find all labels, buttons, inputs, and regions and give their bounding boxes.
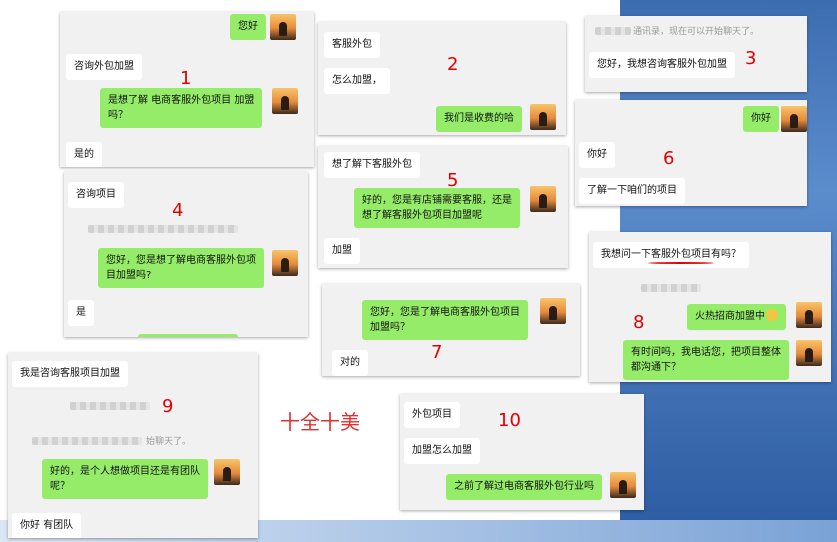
panel-number: 2 (447, 54, 459, 75)
chat-panel-7: 您好，您是了解电商客服外包项目 加盟吗？ 对的 (322, 284, 580, 376)
message-in: 客服外包 (324, 32, 380, 58)
message-line: 都沟通下？ (631, 362, 681, 373)
system-note: 通讯录，现在可以开始聊天了。 (633, 27, 760, 37)
panel-number: 3 (745, 48, 757, 69)
avatar (781, 106, 807, 132)
message-line: 您好，您是了解电商客服外包项目 (370, 307, 520, 318)
avatar (530, 186, 556, 212)
message-in: 您好，我想咨询客服外包加盟 (589, 52, 735, 78)
message-in: 外包项目 (404, 402, 460, 428)
message-text: 火热招商加盟中 (695, 311, 765, 322)
message-in: 我是咨询客服项目加盟 (12, 361, 128, 387)
chat-panel-6: 你好 你好 了解一下咱们的项目 (575, 100, 807, 206)
message-in: 想了解下客服外包 (324, 152, 420, 178)
message-in: 你好 有团队 (12, 513, 82, 538)
message-out: 您好，您是了解电商客服外包项目 加盟吗？ (362, 300, 528, 340)
redacted-text (88, 225, 238, 233)
message-line: 呢？ (50, 481, 70, 492)
message-in: 我想问一下客服外包项目有吗？ (593, 242, 749, 268)
message-line: 是想了解 电商客服外包项目 加盟 (108, 95, 255, 106)
message-out: 之前了解过电商客服外包行业吗 (446, 474, 602, 500)
panel-number: 5 (447, 170, 459, 191)
avatar (540, 298, 566, 324)
message-out: 火热招商加盟中 (687, 304, 786, 330)
avatar (796, 302, 822, 328)
avatar (530, 104, 556, 130)
message-out: 您好，您是想了解电商客服外包项 目加盟吗? (98, 248, 264, 288)
message-in: 咨询项目 (68, 182, 124, 208)
message-out: 有时间吗，我电话您，把项目整体 都沟通下？ (623, 340, 789, 380)
message-line: 您好，您是想了解电商客服外包项 (106, 255, 256, 266)
chat-panel-9: 我是咨询客服项目加盟 始聊天了。 好的，是个人想做项目还是有团队 呢？ 你好 有… (8, 353, 258, 538)
redacted-text (595, 27, 631, 35)
message-line: 吗？ (108, 110, 128, 121)
avatar (272, 250, 298, 276)
avatar (270, 14, 296, 40)
message-line: 目加盟吗? (106, 270, 152, 281)
message-in: 加盟怎么加盟 (404, 438, 480, 464)
message-out: 您好 (230, 14, 266, 40)
message-in: 怎么加盟， (324, 68, 390, 94)
panel-number: 10 (498, 410, 521, 431)
panel-number: 9 (162, 396, 174, 417)
chat-panel-8: 我想问一下客服外包项目有吗？ 火热招商加盟中 有时间吗，我电话您，把项目整体 都… (589, 232, 831, 382)
chat-panel-1: 您好 咨询外包加盟 是想了解 电商客服外包项目 加盟 吗？ 是的 (60, 12, 314, 167)
panel-number: 1 (180, 68, 192, 89)
message-line: 想了解客服外包项目加盟呢 (362, 210, 482, 221)
chat-panel-2: 客服外包 怎么加盟， 我们是收费的哈 (318, 22, 566, 135)
chat-panel-3: 通讯录，现在可以开始聊天了。 您好，我想咨询客服外包加盟 (585, 16, 807, 92)
avatar (214, 459, 240, 485)
redacted-text (70, 402, 150, 410)
redacted-text (641, 284, 701, 292)
chat-panel-10: 外包项目 加盟怎么加盟 之前了解过电商客服外包行业吗 (400, 394, 644, 510)
message-out-partial (138, 334, 238, 337)
message-out: 好的，您是有店铺需要客服，还是 想了解客服外包项目加盟呢 (354, 188, 520, 228)
message-out: 是想了解 电商客服外包项目 加盟 吗？ (100, 88, 263, 128)
avatar (610, 472, 636, 498)
grin-emoji-icon (766, 309, 778, 321)
panel-number: 6 (663, 148, 675, 169)
panel-number: 8 (633, 312, 645, 333)
message-in: 对的 (332, 350, 368, 376)
system-note: 始聊天了。 (146, 437, 192, 447)
message-in: 你好 (579, 142, 615, 168)
panel-number: 7 (431, 342, 443, 363)
chat-panel-5: 想了解下客服外包 好的，您是有店铺需要客服，还是 想了解客服外包项目加盟呢 加盟 (318, 146, 568, 268)
slogan-text: 十全十美 (280, 410, 360, 434)
message-in: 加盟 (324, 238, 360, 264)
message-line: 好的，是个人想做项目还是有团队 (50, 466, 200, 477)
avatar (796, 340, 822, 366)
message-line: 有时间吗，我电话您，把项目整体 (631, 347, 781, 358)
message-in: 是 (68, 300, 94, 326)
message-in: 了解一下咱们的项目 (579, 178, 685, 204)
avatar (272, 88, 298, 114)
message-in: 咨询外包加盟 (66, 54, 142, 80)
chat-panel-4: 咨询项目 您好，您是想了解电商客服外包项 目加盟吗? 是 (64, 172, 308, 337)
message-out: 好的，是个人想做项目还是有团队 呢？ (42, 459, 208, 499)
redacted-text (32, 437, 142, 445)
panel-number: 4 (172, 200, 184, 221)
message-out: 你好 (743, 106, 779, 132)
message-line: 加盟吗？ (370, 322, 410, 333)
message-out: 我们是收费的哈 (436, 106, 522, 132)
message-line: 好的，您是有店铺需要客服，还是 (362, 195, 512, 206)
red-underline-mark (648, 262, 714, 264)
message-in: 是的 (66, 142, 102, 167)
